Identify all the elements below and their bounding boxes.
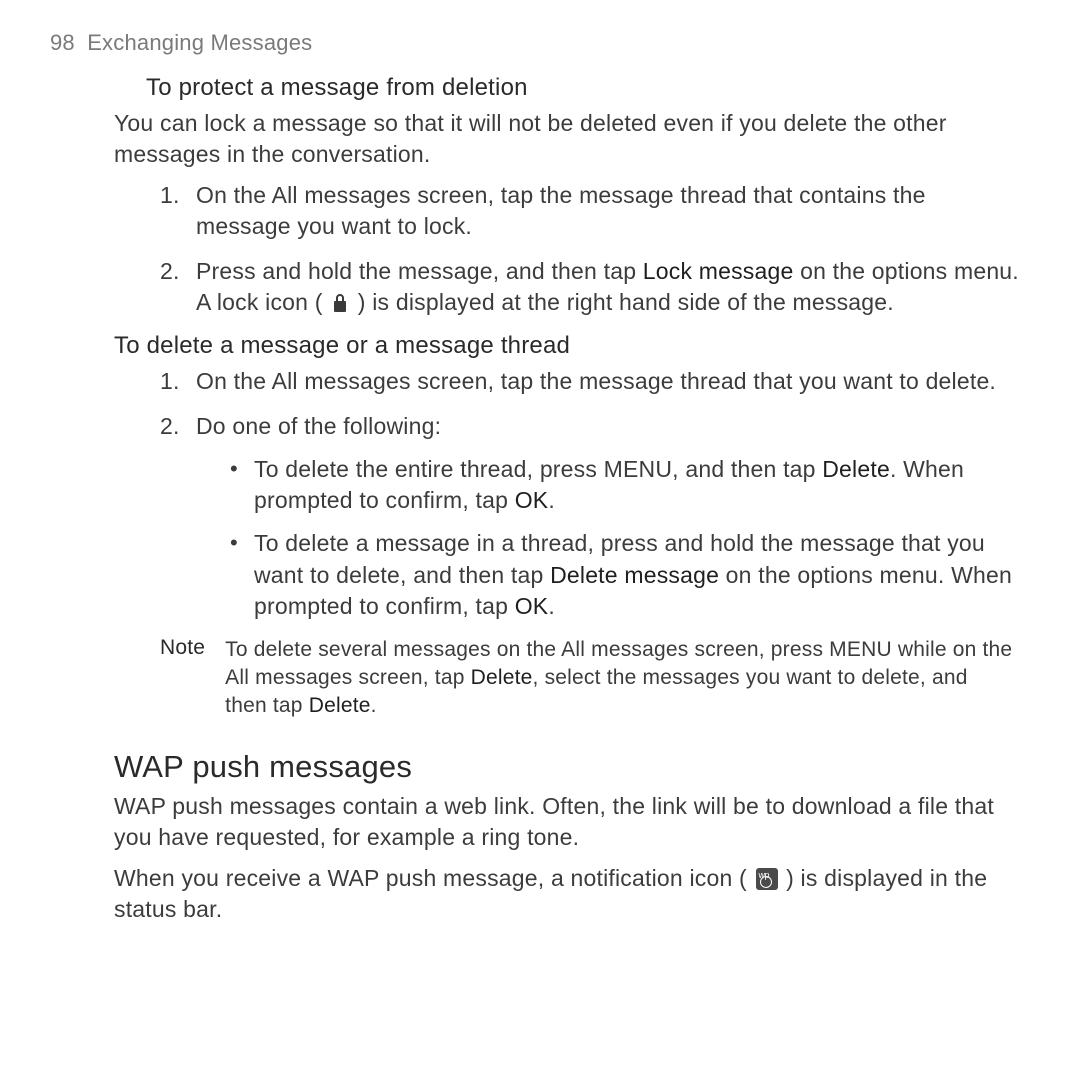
ok-label: OK: [515, 593, 549, 619]
step-text: Do one of the following:: [196, 413, 441, 439]
delete-label: Delete: [822, 456, 890, 482]
wap-heading: WAP push messages: [114, 749, 1020, 785]
bullet-text-part: .: [548, 487, 555, 513]
wap-notification-icon: [756, 868, 778, 890]
step-text-part: ) is displayed at the right hand side of…: [351, 289, 894, 315]
page-header: 98 Exchanging Messages: [50, 30, 1030, 56]
page-number: 98: [50, 30, 75, 55]
note-body: To delete several messages on the All me…: [225, 636, 1014, 721]
delete-step-2: 2. Do one of the following: To delete th…: [160, 411, 1020, 621]
step-number: 2.: [160, 411, 180, 442]
wap-para-1: WAP push messages contain a web link. Of…: [114, 791, 1020, 853]
protect-step-2: 2. Press and hold the message, and then …: [160, 256, 1020, 318]
step-text-part: Press and hold the message, and then tap: [196, 258, 643, 284]
delete-message-label: Delete message: [550, 562, 719, 588]
wap-para-2: When you receive a WAP push message, a n…: [114, 863, 1020, 925]
lock-icon: [331, 290, 349, 310]
lock-message-label: Lock message: [643, 258, 794, 284]
protect-step-1: 1. On the All messages screen, tap the m…: [160, 180, 1020, 242]
note-block: Note To delete several messages on the A…: [114, 636, 1020, 721]
bullet-text-part: .: [548, 593, 555, 619]
protect-steps: 1. On the All messages screen, tap the m…: [114, 180, 1020, 318]
delete-step-1: 1. On the All messages screen, tap the m…: [160, 366, 1020, 397]
step-text: On the All messages screen, tap the mess…: [196, 182, 926, 239]
delete-steps: 1. On the All messages screen, tap the m…: [114, 366, 1020, 621]
delete-label: Delete: [309, 694, 371, 717]
step-number: 1.: [160, 180, 180, 211]
section-delete-title: To delete a message or a message thread: [114, 332, 1020, 360]
section-protect-title: To protect a message from deletion: [114, 74, 1020, 102]
note-label: Note: [160, 636, 205, 721]
delete-bullets: To delete the entire thread, press MENU,…: [196, 454, 1020, 621]
step-number: 1.: [160, 366, 180, 397]
step-number: 2.: [160, 256, 180, 287]
page-content: To protect a message from deletion You c…: [50, 74, 1030, 925]
ok-label: OK: [515, 487, 549, 513]
note-text-part: .: [371, 694, 377, 717]
bullet-text-part: To delete the entire thread, press MENU,…: [254, 456, 822, 482]
delete-label: Delete: [471, 666, 533, 689]
wap-text-part: When you receive a WAP push message, a n…: [114, 865, 754, 891]
step-text: On the All messages screen, tap the mess…: [196, 368, 996, 394]
delete-bullet-2: To delete a message in a thread, press a…: [226, 528, 1020, 621]
delete-bullet-1: To delete the entire thread, press MENU,…: [226, 454, 1020, 516]
chapter-title: Exchanging Messages: [87, 30, 312, 55]
section-protect-intro: You can lock a message so that it will n…: [114, 108, 1020, 170]
